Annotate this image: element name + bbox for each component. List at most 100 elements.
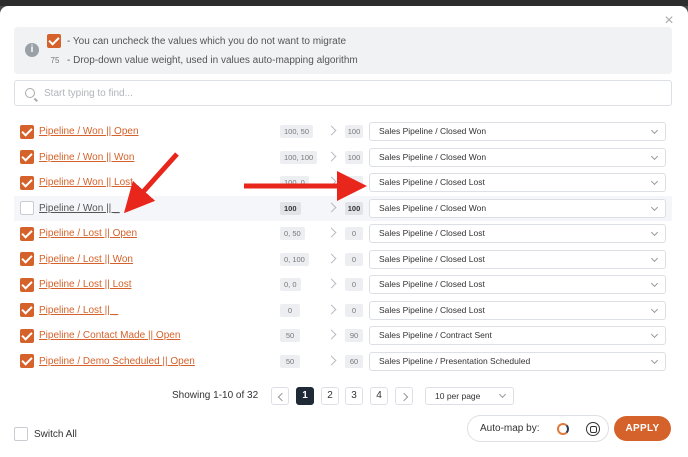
close-icon[interactable]: ×	[662, 13, 676, 29]
mapping-row: Pipeline / Won || Won 100, 100 100 Sales Pi…	[14, 145, 672, 171]
target-value-select[interactable]: Sales Pipeline / Closed Lost	[369, 275, 666, 294]
per-page-select[interactable]: 10 per page	[425, 387, 514, 405]
row-checkbox[interactable]	[20, 201, 34, 216]
source-weight-badge: 0, 0	[280, 278, 301, 291]
arrow-right-icon	[326, 329, 337, 340]
arrow-right-icon	[326, 227, 337, 238]
ai-automap-icon[interactable]	[586, 422, 600, 436]
target-value-select[interactable]: Sales Pipeline / Closed Won	[369, 147, 666, 167]
row-checkbox[interactable]	[20, 226, 34, 241]
arrow-right-icon	[326, 176, 337, 187]
source-weight-badge: 100	[280, 201, 301, 215]
source-value-link[interactable]: Pipeline / Lost || Won	[39, 254, 239, 265]
mapping-row: Pipeline / Lost || Won 0, 100 0 Sales Pipel…	[14, 247, 672, 273]
target-value-select[interactable]: Sales Pipeline / Closed Lost	[369, 173, 666, 192]
target-value-select[interactable]: Sales Pipeline / Presentation Scheduled	[369, 351, 666, 371]
info-text-1: - You can uncheck the values which you d…	[67, 35, 347, 47]
mapping-row: Pipeline / Lost || Lost 0, 0 0 Sales Pipeli…	[14, 272, 672, 298]
target-value-select[interactable]: Sales Pipeline / Closed Lost	[369, 300, 666, 320]
source-value-link[interactable]: Pipeline / Demo Scheduled || Open	[39, 356, 239, 367]
info-line-checkbox: - You can uncheck the values which you d…	[47, 34, 346, 48]
target-value-select[interactable]: Sales Pipeline / Closed Lost	[369, 224, 666, 243]
source-weight-badge: 0, 100	[280, 252, 309, 266]
mapping-row: Pipeline / Lost || Open 0, 50 0 Sales Pipel…	[14, 221, 672, 247]
row-checkbox[interactable]	[20, 252, 34, 267]
next-page-button[interactable]	[395, 387, 413, 405]
chevron-down-icon	[650, 356, 659, 364]
switch-all-checkbox[interactable]	[14, 427, 28, 441]
target-weight-badge: 100	[345, 201, 363, 215]
source-weight-badge: 100, 50	[280, 125, 314, 138]
source-value-link[interactable]: Pipeline / Won || Open	[39, 126, 239, 137]
target-value-select[interactable]: Sales Pipeline / Closed Won	[369, 198, 666, 218]
row-checkbox[interactable]	[20, 303, 34, 318]
row-checkbox[interactable]	[20, 150, 34, 165]
automap-group: Auto-map by:	[467, 415, 609, 442]
source-value-link[interactable]: Pipeline / Lost || Open	[39, 228, 239, 239]
source-value-link[interactable]: Pipeline / Won || _	[39, 203, 239, 214]
search-input[interactable]	[44, 87, 644, 99]
row-checkbox[interactable]	[20, 175, 34, 190]
chevron-down-icon	[650, 126, 659, 135]
target-weight-badge: 0	[345, 227, 363, 240]
page-button-1[interactable]: 1	[296, 387, 314, 405]
row-checkbox[interactable]	[20, 328, 34, 343]
automap-label: Auto-map by:	[480, 423, 540, 434]
target-value-text: Sales Pipeline / Closed Won	[379, 151, 487, 162]
target-value-select[interactable]: Sales Pipeline / Contract Sent	[369, 326, 666, 345]
source-weight-badge: 100, 0	[280, 176, 309, 189]
chevron-down-icon	[650, 177, 659, 186]
arrow-right-icon	[326, 125, 337, 136]
arrow-right-icon	[326, 304, 337, 314]
page-button-4[interactable]: 4	[370, 387, 388, 405]
source-value-link[interactable]: Pipeline / Won || Lost	[39, 177, 239, 188]
target-weight-badge: 0	[345, 303, 363, 317]
target-value-select[interactable]: Sales Pipeline / Closed Won	[369, 122, 666, 141]
target-value-select[interactable]: Sales Pipeline / Closed Lost	[369, 249, 666, 269]
target-value-text: Sales Pipeline / Closed Won	[379, 126, 487, 136]
target-weight-badge: 0	[345, 176, 363, 189]
mapping-row: Pipeline / Lost || _ 0 0 Sales Pipeline / C…	[14, 298, 672, 324]
target-weight-badge: 100	[345, 125, 363, 138]
page-button-3[interactable]: 3	[345, 387, 363, 405]
source-value-link[interactable]: Pipeline / Lost || _	[39, 305, 239, 316]
mapping-rows: Pipeline / Won || Open 100, 50 100 Sales Pi…	[14, 119, 672, 374]
info-text-2: - Drop-down value weight, used in values…	[67, 55, 358, 66]
pagination: Showing 1-10 of 32 1 2 3 4 10 per page	[0, 387, 688, 405]
source-weight-badge: 50	[280, 354, 300, 368]
source-weight-badge: 0, 50	[280, 227, 305, 240]
target-value-text: Sales Pipeline / Closed Won	[379, 202, 487, 213]
info-line-weight: 75 - Drop-down value weight, used in val…	[47, 55, 358, 66]
search-field[interactable]	[14, 80, 672, 106]
target-weight-badge: 90	[345, 329, 363, 342]
target-weight-badge: 60	[345, 354, 363, 368]
target-value-text: Sales Pipeline / Contract Sent	[379, 330, 492, 340]
mapping-row: Pipeline / Won || Open 100, 50 100 Sales Pi…	[14, 119, 672, 145]
sample-checkbox-icon	[47, 34, 61, 48]
switch-all-toggle[interactable]: Switch All	[14, 427, 77, 441]
target-value-text: Sales Pipeline / Closed Lost	[379, 304, 485, 315]
sample-weight-badge: 75	[50, 56, 60, 65]
source-weight-badge: 100, 100	[280, 150, 318, 164]
row-checkbox[interactable]	[20, 277, 34, 292]
source-weight-badge: 0	[280, 303, 300, 317]
info-panel: i - You can uncheck the values which you…	[14, 27, 672, 74]
target-value-text: Sales Pipeline / Closed Lost	[379, 253, 485, 264]
source-value-link[interactable]: Pipeline / Won || Won	[39, 152, 239, 163]
info-icon: i	[25, 43, 39, 57]
source-value-link[interactable]: Pipeline / Contact Made || Open	[39, 330, 239, 341]
source-value-link[interactable]: Pipeline / Lost || Lost	[39, 279, 239, 290]
chevron-down-icon	[650, 330, 659, 339]
page-button-2[interactable]: 2	[321, 387, 339, 405]
arrow-right-icon	[326, 278, 337, 289]
target-weight-badge: 0	[345, 278, 363, 291]
brand-automap-icon[interactable]	[557, 423, 569, 435]
row-checkbox[interactable]	[20, 354, 34, 369]
source-weight-badge: 50	[280, 329, 300, 342]
row-checkbox[interactable]	[20, 124, 34, 139]
apply-button[interactable]: APPLY	[614, 416, 671, 441]
mapping-row: Pipeline / Demo Scheduled || Open 50 60 Sal…	[14, 349, 672, 375]
arrow-right-icon	[326, 202, 337, 212]
arrow-right-icon	[326, 355, 337, 365]
prev-page-button[interactable]	[271, 387, 289, 405]
